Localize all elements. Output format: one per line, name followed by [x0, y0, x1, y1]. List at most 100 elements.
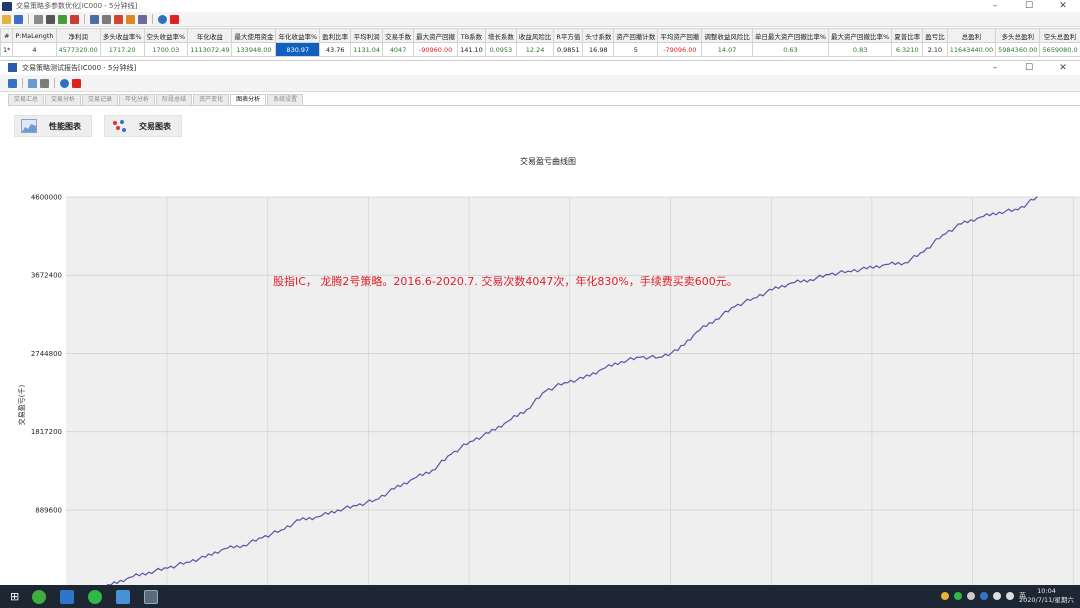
wechat-icon[interactable]: [88, 589, 103, 604]
grid-icon[interactable]: [102, 14, 111, 24]
volume-icon[interactable]: [1006, 592, 1014, 600]
table-header[interactable]: 夏普比率: [891, 28, 924, 43]
table-header[interactable]: 调整收益风险比: [701, 28, 753, 43]
maximize-button[interactable]: ☐: [1012, 0, 1046, 12]
save-icon[interactable]: [8, 78, 17, 88]
table-cell[interactable]: 4047: [382, 42, 415, 57]
report-icon[interactable]: [138, 14, 147, 24]
print-icon[interactable]: [40, 78, 49, 88]
tab-trade-analysis[interactable]: 交易分析: [45, 94, 82, 105]
table-cell[interactable]: 12.24: [515, 42, 555, 57]
table-header[interactable]: 总盈利: [946, 28, 997, 43]
table-header[interactable]: 平均利润: [350, 28, 384, 43]
open-folder-icon[interactable]: [2, 14, 11, 24]
document-icon[interactable]: [34, 14, 43, 24]
table-header[interactable]: 多头收益率%: [99, 28, 145, 43]
help-icon[interactable]: [158, 14, 167, 24]
table-cell[interactable]: 1131.04: [350, 42, 384, 57]
table-cell[interactable]: -79096.00: [657, 42, 703, 57]
table-cell[interactable]: 5: [613, 42, 659, 57]
performance-chart-button[interactable]: 性能图表: [14, 115, 92, 137]
tab-trade-summary[interactable]: 交易汇总: [8, 94, 45, 105]
print-preview-icon[interactable]: [28, 78, 37, 88]
table-header[interactable]: TB系数: [457, 28, 486, 43]
clock[interactable]: 10:04 2020/7/11/星期六: [1019, 587, 1074, 605]
table-cell[interactable]: 11643440.00: [946, 42, 997, 57]
table-cell[interactable]: 4: [12, 42, 57, 57]
table-header[interactable]: 净利润: [55, 28, 101, 43]
tray-icon[interactable]: [967, 592, 975, 600]
tray-icon[interactable]: [941, 592, 949, 600]
table-header[interactable]: P:MaLength: [12, 28, 57, 43]
table-cell[interactable]: 0.0953: [484, 42, 517, 57]
percent-icon[interactable]: [70, 14, 79, 24]
table-cell[interactable]: 0.63: [751, 42, 830, 57]
table-icon[interactable]: [90, 14, 99, 24]
report-close-button[interactable]: ✕: [1046, 61, 1080, 74]
tab-asset-change[interactable]: 资产变化: [193, 94, 230, 105]
table-header[interactable]: 资产回撤计数: [613, 28, 659, 43]
table-header[interactable]: 空头总盈利: [1039, 28, 1080, 43]
table-header[interactable]: 空头收益率%: [143, 28, 189, 43]
chart-icon[interactable]: [114, 14, 123, 24]
trade-chart-button[interactable]: 交易图表: [104, 115, 182, 137]
tray-icon[interactable]: [980, 592, 988, 600]
table-cell[interactable]: 5659080.0: [1039, 42, 1080, 57]
help-icon[interactable]: [60, 78, 69, 88]
exit-icon[interactable]: [170, 14, 179, 24]
table-cell-selected[interactable]: 830.97: [275, 42, 321, 57]
tray-wechat-icon[interactable]: [954, 592, 962, 600]
app-icon-green[interactable]: [32, 589, 47, 604]
table-header[interactable]: 交易手数: [382, 28, 415, 43]
tab-trade-records[interactable]: 交易记录: [82, 94, 119, 105]
bar-chart-icon[interactable]: [126, 14, 135, 24]
table-cell[interactable]: 1113072.49: [187, 42, 233, 57]
tab-annual-analysis[interactable]: 年化分析: [119, 94, 156, 105]
table-header[interactable]: R平方值: [553, 28, 584, 43]
report-maximize-button[interactable]: ☐: [1012, 61, 1046, 74]
table-cell[interactable]: 43.76: [319, 42, 352, 57]
refresh-icon[interactable]: [58, 14, 67, 24]
table-cell[interactable]: 5984360.00: [995, 42, 1041, 57]
table-row[interactable]: 1* 4 4577320.00 1717.20 1700.03 1113072.…: [0, 42, 1080, 57]
table-header[interactable]: 年化收益率%: [275, 28, 321, 43]
table-header[interactable]: 最大资产回撤: [413, 28, 459, 43]
network-icon[interactable]: [993, 592, 1001, 600]
table-cell[interactable]: 4577320.00: [55, 42, 101, 57]
report-minimize-button[interactable]: –: [978, 61, 1012, 74]
close-button[interactable]: ✕: [1046, 0, 1080, 12]
table-header[interactable]: 多头总盈利: [995, 28, 1041, 43]
table-header[interactable]: 年化收益: [187, 28, 233, 43]
table-header[interactable]: 最大资产回撤比率%: [828, 28, 893, 43]
table-cell[interactable]: 1700.03: [143, 42, 189, 57]
table-header[interactable]: #: [0, 28, 14, 43]
table-header[interactable]: 头寸系数: [582, 28, 615, 43]
table-cell[interactable]: 0.9851: [553, 42, 584, 57]
active-app-icon[interactable]: [144, 589, 159, 604]
save-icon[interactable]: [14, 14, 23, 24]
table-header[interactable]: 增长系数: [484, 28, 517, 43]
table-cell[interactable]: -90960.00: [413, 42, 459, 57]
windows-start-icon[interactable]: ⊞: [10, 590, 19, 603]
table-cell[interactable]: 133948.00: [231, 42, 277, 57]
table-cell[interactable]: 16.98: [582, 42, 615, 57]
table-header[interactable]: 盈利比率: [319, 28, 352, 43]
tab-system-settings[interactable]: 系统设置: [267, 94, 304, 105]
app-icon-window[interactable]: [116, 589, 131, 604]
app-icon-blue[interactable]: [60, 589, 75, 604]
table-header[interactable]: 平均资产回撤: [657, 28, 703, 43]
table-header[interactable]: 单日最大资产回撤比率%: [751, 28, 830, 43]
table-cell[interactable]: 14.07: [701, 42, 753, 57]
table-cell[interactable]: 141.10: [457, 42, 486, 57]
minimize-button[interactable]: –: [978, 0, 1012, 12]
exit-icon[interactable]: [72, 78, 81, 88]
table-cell[interactable]: 6.3210: [891, 42, 924, 57]
table-header[interactable]: 盈亏比: [922, 28, 948, 43]
link-icon[interactable]: [46, 14, 55, 24]
table-cell[interactable]: 1717.20: [99, 42, 145, 57]
table-header[interactable]: 最大使用资金: [231, 28, 277, 43]
table-cell[interactable]: 1*: [0, 42, 14, 57]
table-cell[interactable]: 2.10: [922, 42, 948, 57]
table-cell[interactable]: 0.83: [828, 42, 893, 57]
table-header[interactable]: 收益风险比: [515, 28, 555, 43]
